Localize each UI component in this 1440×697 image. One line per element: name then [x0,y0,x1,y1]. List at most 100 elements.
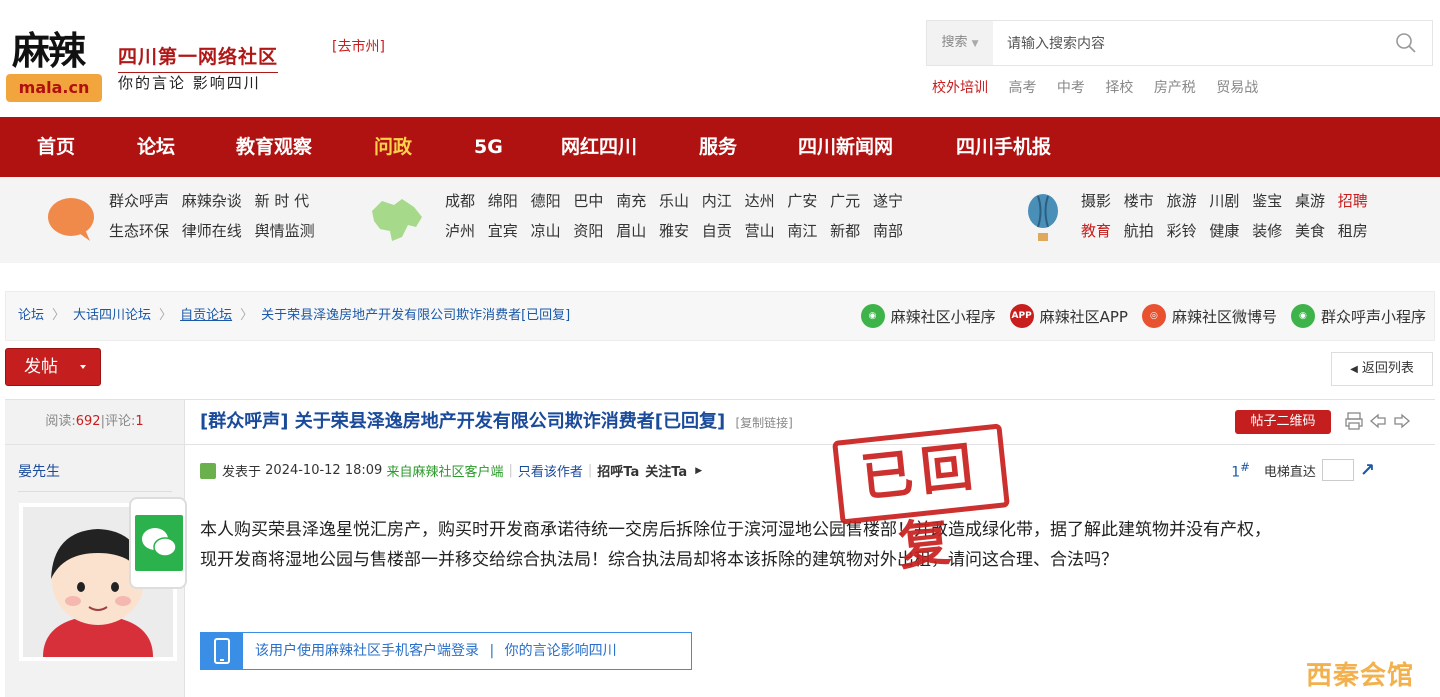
nav-item-home[interactable]: 首页 [37,117,75,177]
topic-link[interactable]: 招聘 [1338,192,1368,210]
weibo-link[interactable]: ◎ 麻辣社区微博号 [1141,304,1277,328]
hot-link[interactable]: 择校 [1105,80,1133,96]
quick-link[interactable]: 生态环保 [109,222,169,240]
thread-title[interactable]: [群众呼声] 关于荣县泽逸房地产开发有限公司欺诈消费者[已回复] [200,411,725,432]
nav-item-mobile-news[interactable]: 四川手机报 [956,117,1051,177]
nav-item-forum[interactable]: 论坛 [137,117,175,177]
city-link[interactable]: 巴中 [573,192,603,210]
go-icon[interactable]: ↗ [1360,460,1375,481]
city-link[interactable]: 资阳 [573,222,603,240]
posted-time: 2024-10-12 18:09 [265,463,383,478]
print-icon[interactable] [1345,412,1363,430]
topic-link[interactable]: 川剧 [1209,192,1239,210]
breadcrumb-sichuan-forum[interactable]: 大话四川论坛 [73,308,151,323]
breadcrumb-current-thread[interactable]: 关于荣县泽逸房地产开发有限公司欺诈消费者[已回复] [261,308,570,323]
topic-link[interactable]: 教育 [1081,222,1111,240]
city-link[interactable]: 遂宁 [873,192,903,210]
topic-link[interactable]: 鉴宝 [1252,192,1282,210]
city-link[interactable]: 成都 [445,192,475,210]
topic-link[interactable]: 航拍 [1124,222,1154,240]
separator: | [489,643,495,659]
search-type-dropdown[interactable]: 搜索 ▼ [927,21,993,65]
breadcrumb-forum[interactable]: 论坛 [18,308,44,323]
site-logo[interactable]: 麻辣 mala.cn [6,18,102,104]
nav-item-sc-news[interactable]: 四川新闻网 [798,117,893,177]
app-link[interactable]: APP 麻辣社区APP [1009,304,1128,328]
hot-link[interactable]: 校外培训 [932,80,988,96]
topic-link[interactable]: 楼市 [1124,192,1154,210]
nav-item-wanghong[interactable]: 网红四川 [561,117,637,177]
caret-left-icon: ◀ [1350,364,1358,375]
online-status-icon [200,462,216,479]
topic-link[interactable]: 摄影 [1081,192,1111,210]
city-link[interactable]: 眉山 [616,222,646,240]
next-thread-icon[interactable] [1393,412,1411,430]
hot-link[interactable]: 房产税 [1154,80,1196,96]
greet-button[interactable]: 招呼Ta [597,461,639,480]
new-post-button[interactable]: 发帖 [5,348,101,386]
back-to-list-button[interactable]: ◀ 返回列表 [1331,352,1433,386]
quick-link[interactable]: 舆情监测 [255,222,315,240]
city-link[interactable]: 内江 [702,192,732,210]
prev-thread-icon[interactable] [1369,412,1387,430]
city-link[interactable]: 绵阳 [488,192,518,210]
copy-link-button[interactable]: [复制链接] [735,416,792,430]
hot-link[interactable]: 中考 [1057,80,1085,96]
city-link[interactable]: 雅安 [659,222,689,240]
breadcrumb-zigong-forum[interactable]: 自贡论坛 [180,308,232,323]
topic-link[interactable]: 装修 [1252,222,1282,240]
topic-link[interactable]: 健康 [1209,222,1239,240]
city-link[interactable]: 广安 [787,192,817,210]
city-link[interactable]: 自贡 [702,222,732,240]
topic-links: 摄影 楼市 旅游 川剧 鉴宝 桌游 招聘 教育 航拍 彩铃 健康 装修 美食 租… [1081,186,1376,246]
main-nav: 首页 论坛 教育观察 问政 5G 网红四川 服务 四川新闻网 四川手机报 [0,117,1440,177]
quick-link[interactable]: 新 时 代 [255,192,310,210]
voice-mini-program-link[interactable]: ◉ 群众呼声小程序 [1290,304,1426,328]
topic-link[interactable]: 彩铃 [1167,222,1197,240]
floor-jump-input[interactable] [1321,459,1354,481]
floor-symbol: # [1240,459,1250,474]
city-link[interactable]: 凉山 [531,222,561,240]
search-icon[interactable] [1394,31,1418,55]
quick-link[interactable]: 麻辣杂谈 [182,192,242,210]
city-switch-link[interactable]: [去市州] [332,36,385,56]
nav-item-5g[interactable]: 5G [474,117,503,177]
sichuan-map-icon [372,199,422,241]
nav-item-wenzheng[interactable]: 问政 [374,117,412,177]
client-source-link[interactable]: 来自麻辣社区客户端 [386,461,503,480]
site-slogan: 你的言论 影响四川 [118,74,261,92]
floor-number[interactable]: 1# [1231,460,1250,481]
hot-link[interactable]: 贸易战 [1216,80,1258,96]
city-link[interactable]: 乐山 [659,192,689,210]
replied-stamp: 已回复 [832,423,1010,578]
search-input[interactable] [993,21,1383,65]
city-link[interactable]: 南江 [787,222,817,240]
city-link[interactable]: 德阳 [531,192,561,210]
mini-program-link[interactable]: ◉ 麻辣社区小程序 [860,304,996,328]
city-link[interactable]: 广元 [830,192,860,210]
mobile-client-notice[interactable]: 该用户使用麻辣社区手机客户端登录 | 你的言论影响四川 [200,632,692,670]
qr-code-button[interactable]: 帖子二维码 [1235,410,1331,434]
topic-link[interactable]: 租房 [1338,222,1368,240]
city-link[interactable]: 营山 [745,222,775,240]
phone-icon [201,633,243,669]
app-icon: APP [1009,304,1034,328]
city-link[interactable]: 新都 [830,222,860,240]
city-link[interactable]: 泸州 [445,222,475,240]
city-link[interactable]: 南充 [616,192,646,210]
only-author-link[interactable]: 只看该作者 [518,461,583,480]
follow-button[interactable]: 关注Ta [645,461,687,480]
city-link[interactable]: 南部 [873,222,903,240]
hot-link[interactable]: 高考 [1008,80,1036,96]
nav-item-service[interactable]: 服务 [699,117,737,177]
quick-link[interactable]: 群众呼声 [109,192,169,210]
nav-item-education[interactable]: 教育观察 [236,117,312,177]
city-link[interactable]: 宜宾 [488,222,518,240]
topic-link[interactable]: 旅游 [1167,192,1197,210]
author-name[interactable]: 晏先生 [18,461,60,481]
quick-link[interactable]: 律师在线 [182,222,242,240]
topic-link[interactable]: 桌游 [1295,192,1325,210]
city-links: 成都 绵阳 德阳 巴中 南充 乐山 内江 达州 广安 广元 遂宁 泸州 宜宾 凉… [445,186,911,246]
topic-link[interactable]: 美食 [1295,222,1325,240]
city-link[interactable]: 达州 [745,192,775,210]
